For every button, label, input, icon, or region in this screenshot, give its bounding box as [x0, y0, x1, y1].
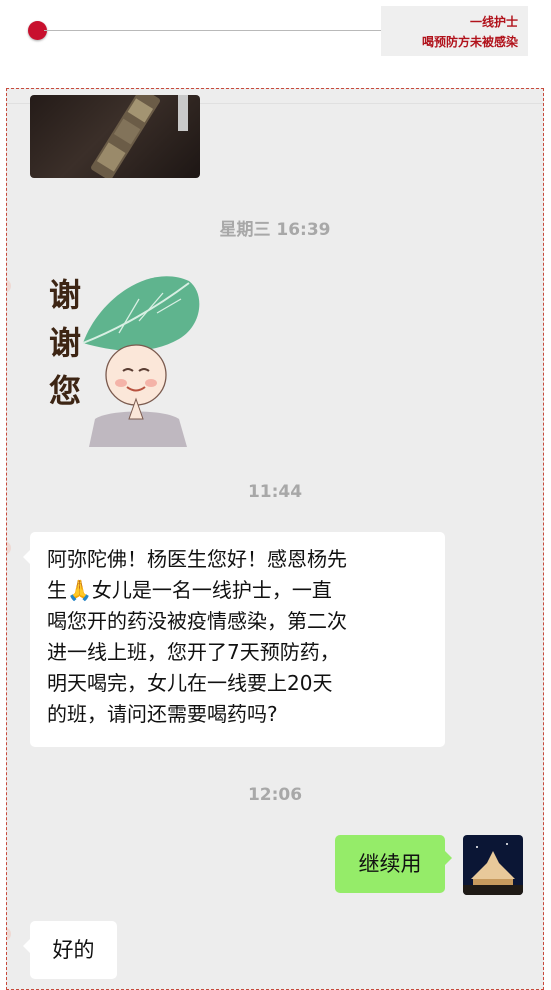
medicine-photo-icon: [91, 95, 188, 178]
header-rule: [44, 30, 382, 31]
left-edge-mark: [7, 927, 11, 941]
message-line: 明天喝完，女儿在一线要上20天: [47, 671, 333, 695]
photo-message[interactable]: [30, 95, 200, 178]
left-edge-mark: [7, 279, 11, 293]
timestamp: 12:06: [247, 785, 303, 805]
sticker-char-1: 谢: [49, 276, 82, 314]
message-line: 阿弥陀佛！杨医生您好！感恩杨先: [47, 547, 347, 571]
message-line: 的班，请问还需要喝药吗?: [47, 702, 278, 726]
incoming-message[interactable]: 好的: [23, 921, 117, 979]
article-header: 一线护士 喝预防方未被感染: [0, 0, 551, 70]
left-edge-mark: [7, 541, 11, 555]
message-line: 喝您开的药没被疫情感染，第二次: [47, 609, 347, 633]
thank-you-sticker[interactable]: 谢 谢 您: [39, 269, 209, 447]
avatar-night-building-icon: [463, 835, 523, 895]
header-tag: 一线护士 喝预防方未被感染: [381, 6, 528, 56]
sticker-char-3: 您: [49, 372, 82, 410]
timestamp: 星期三 16:39: [219, 220, 331, 240]
outgoing-message[interactable]: 继续用: [335, 835, 452, 893]
incoming-message[interactable]: 阿弥陀佛！杨医生您好！感恩杨先 生🙏女儿是一名一线护士，一直 喝您开的药没被疫情…: [23, 532, 445, 747]
header-tag-line1: 一线护士: [469, 15, 518, 29]
user-avatar[interactable]: [463, 835, 523, 895]
sticker-char-2: 谢: [49, 324, 82, 362]
chat-screenshot: 星期三 16:39 谢 谢 您 11:44 阿弥陀佛！杨医生您好！感恩杨先 生🙏…: [6, 88, 544, 990]
message-line: 生🙏女儿是一名一线护士，一直: [47, 578, 332, 602]
header-tag-line2: 喝预防方未被感染: [421, 35, 518, 49]
timestamp: 11:44: [247, 482, 303, 502]
message-line: 进一线上班，您开了7天预防药，: [47, 640, 340, 664]
